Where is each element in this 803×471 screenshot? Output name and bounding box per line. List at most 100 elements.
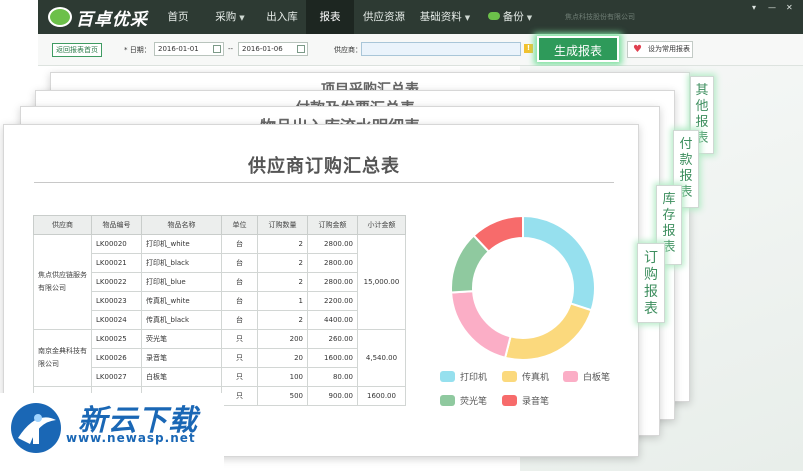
legend-swatch	[502, 395, 517, 406]
item-code-cell: LK00026	[91, 348, 142, 368]
qty-cell: 2	[257, 310, 308, 330]
warning-icon: !	[524, 44, 533, 53]
item-code-cell: LK00027	[91, 367, 142, 387]
app-logo: 百卓优采	[48, 5, 148, 30]
chevron-down-icon: ▼	[526, 14, 533, 22]
top-nav-bar: 百卓优采 首页 采购 ▼ 出入库 报表 供应资源 基础资料 ▼ 备份 ▼ 焦点科技股份…	[38, 0, 803, 34]
date-separator: --	[228, 45, 234, 53]
nav-reports[interactable]: 报表	[306, 0, 354, 34]
item-name-cell: 打印机_blue	[141, 272, 222, 292]
watermark-url: www.newasp.net	[66, 431, 196, 445]
supplier-label: 供应商：	[334, 46, 362, 54]
legend-swatch	[563, 371, 578, 382]
supplier-cell: 南京金典科技有限公司	[33, 329, 92, 387]
cloud-icon	[487, 12, 500, 20]
date-label: * 日期：	[124, 46, 151, 54]
qty-cell: 200	[257, 329, 308, 349]
item-code-cell: LK00020	[91, 234, 142, 254]
legend-swatch	[440, 395, 455, 406]
amount-cell: 4400.00	[307, 310, 358, 330]
legend-item: 白板笔	[563, 370, 610, 383]
amount-cell: 2800.00	[307, 272, 358, 292]
item-name-cell: 传真机_black	[141, 310, 222, 330]
item-code-cell: LK00021	[91, 253, 142, 273]
category-donut-chart	[450, 214, 596, 361]
company-name: 焦点科技股份有限公司	[565, 13, 635, 21]
col-amount: 订购金额	[307, 215, 358, 235]
menu-icon[interactable]: ▾	[752, 3, 756, 12]
calendar-icon[interactable]	[297, 45, 305, 53]
nav-inventory[interactable]: 出入库	[258, 0, 306, 34]
col-unit: 单位	[221, 215, 258, 235]
amount-cell: 260.00	[307, 329, 358, 349]
calendar-icon[interactable]	[213, 45, 221, 53]
col-item-name: 物品名称	[141, 215, 222, 235]
close-icon[interactable]: ✕	[786, 3, 793, 12]
subtotal-cell: 1600.00	[357, 386, 406, 406]
amount-cell: 2200.00	[307, 291, 358, 311]
item-name-cell: 打印机_black	[141, 253, 222, 273]
item-code-cell: LK00025	[91, 329, 142, 349]
table-header-row: 供应商 物品编号 物品名称 单位 订购数量 订购金额 小计金额	[33, 215, 406, 235]
donut-slice-传真机	[503, 302, 593, 361]
nav-supply-resources[interactable]: 供应资源	[356, 0, 412, 34]
unit-cell: 台	[221, 272, 258, 292]
col-qty: 订购数量	[257, 215, 308, 235]
unit-cell: 台	[221, 291, 258, 311]
item-name-cell: 传真机_white	[141, 291, 222, 311]
legend-item: 打印机	[440, 370, 487, 383]
minimize-icon[interactable]: —	[768, 3, 776, 12]
unit-cell: 只	[221, 367, 258, 387]
unit-cell: 台	[221, 310, 258, 330]
app-window: 百卓优采 首页 采购 ▼ 出入库 报表 供应资源 基础资料 ▼ 备份 ▼ 焦点科技股份…	[38, 0, 803, 66]
qty-cell: 20	[257, 348, 308, 368]
amount-cell: 2800.00	[307, 253, 358, 273]
qty-cell: 100	[257, 367, 308, 387]
legend-item: 传真机	[502, 370, 549, 383]
item-name-cell: 荧光笔	[141, 329, 222, 349]
unit-cell: 只	[221, 329, 258, 349]
nav-home[interactable]: 首页	[154, 0, 202, 34]
legend-swatch	[502, 371, 517, 382]
supplier-cell: 焦点供应链服务有限公司	[33, 234, 92, 330]
unit-cell: 台	[221, 234, 258, 254]
col-supplier: 供应商	[33, 215, 92, 235]
unit-cell: 只	[221, 348, 258, 368]
nav-basic-data[interactable]: 基础资料 ▼	[412, 0, 478, 34]
amount-cell: 1600.00	[307, 348, 358, 368]
title-divider	[34, 182, 614, 183]
date-from-input[interactable]: 2016-01-01	[154, 42, 224, 56]
back-to-reports-home-button[interactable]: 返回报表首页	[52, 43, 102, 57]
qty-cell: 1	[257, 291, 308, 311]
qty-cell: 2	[257, 234, 308, 254]
supplier-input[interactable]	[361, 42, 521, 56]
generate-report-button[interactable]: 生成报表	[537, 36, 619, 62]
item-name-cell: 录音笔	[141, 348, 222, 368]
donut-slice-白板笔	[450, 290, 512, 359]
qty-cell: 2	[257, 253, 308, 273]
watermark-logo-icon	[11, 403, 61, 453]
nav-purchase[interactable]: 采购 ▼	[202, 0, 258, 34]
col-item-code: 物品编号	[91, 215, 142, 235]
filter-toolbar: 返回报表首页 * 日期： 2016-01-01 -- 2016-01-06 供应…	[38, 34, 803, 66]
donut-slice-打印机	[522, 214, 596, 312]
side-tab-order-reports[interactable]: 订购报表	[637, 243, 665, 323]
set-favorite-report-button[interactable]: ♥ 设为常用报表	[627, 41, 693, 58]
table-row: 南京金典科技有限公司 LK00025 荧光笔 只 200 260.00 4,54…	[33, 329, 406, 387]
legend-item: 荧光笔	[440, 394, 487, 407]
item-code-cell: LK00024	[91, 310, 142, 330]
nav-backup[interactable]: 备份 ▼	[482, 0, 538, 34]
unit-cell: 只	[221, 386, 258, 406]
legend-swatch	[440, 371, 455, 382]
amount-cell: 80.00	[307, 367, 358, 387]
screen: 百卓优采 首页 采购 ▼ 出入库 报表 供应资源 基础资料 ▼ 备份 ▼ 焦点科技股份…	[0, 0, 803, 471]
unit-cell: 台	[221, 253, 258, 273]
subtotal-cell: 4,540.00	[357, 329, 406, 387]
subtotal-cell: 15,000.00	[357, 234, 406, 330]
qty-cell: 2	[257, 272, 308, 292]
date-to-input[interactable]: 2016-01-06	[238, 42, 308, 56]
item-code-cell: LK00022	[91, 272, 142, 292]
table-row: 焦点供应链服务有限公司 LK00020 打印机_white 台 2 2800.0…	[33, 234, 406, 330]
item-name-cell: 白板笔	[141, 367, 222, 387]
item-code-cell: LK00023	[91, 291, 142, 311]
